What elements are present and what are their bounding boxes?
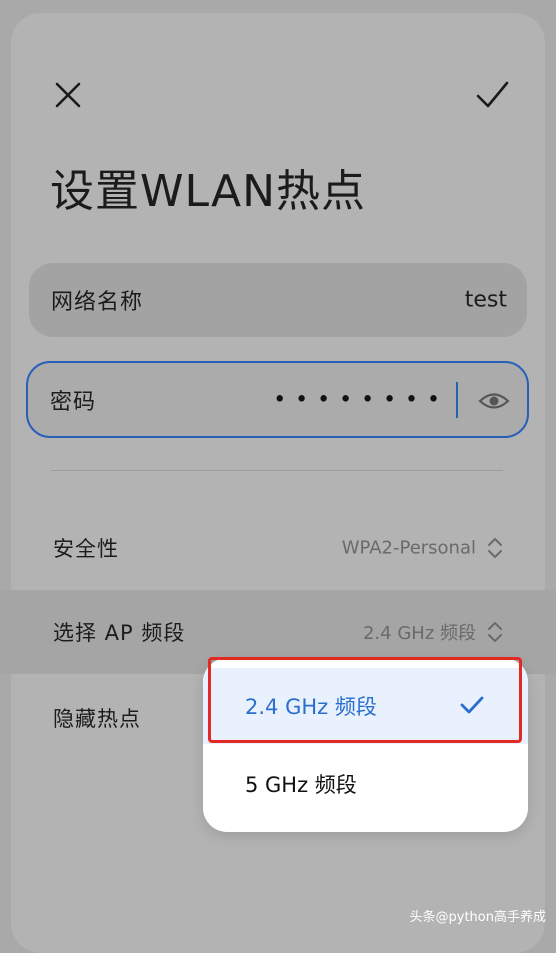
network-name-label: 网络名称 <box>51 290 144 315</box>
chevron-updown-icon <box>488 622 502 642</box>
band-dropdown-menu: 2.4 GHz 频段 5 GHz 频段 <box>203 658 528 832</box>
band-option-5ghz[interactable]: 5 GHz 频段 <box>203 746 528 822</box>
confirm-button[interactable] <box>470 73 514 117</box>
page-title: 设置WLAN热点 <box>50 166 367 217</box>
band-option-label: 5 GHz 频段 <box>245 773 357 797</box>
band-option-label: 2.4 GHz 频段 <box>245 695 377 719</box>
band-option-2-4ghz[interactable]: 2.4 GHz 频段 <box>203 668 528 744</box>
ap-band-label: 选择 AP 频段 <box>53 621 186 645</box>
eye-icon <box>478 393 510 409</box>
password-visibility-toggle[interactable] <box>478 388 510 414</box>
security-row[interactable]: 安全性 WPA2-Personal <box>0 506 556 590</box>
watermark: 头条@python高手养成 <box>409 910 546 925</box>
section-divider <box>51 470 503 471</box>
network-name-field[interactable]: 网络名称 test <box>29 263 527 337</box>
text-cursor <box>456 382 458 418</box>
security-value: WPA2-Personal <box>341 537 476 559</box>
chevron-updown-icon <box>488 538 502 558</box>
ap-band-value: 2.4 GHz 频段 <box>362 623 476 644</box>
checkmark-icon <box>476 81 509 108</box>
close-button[interactable] <box>46 73 90 117</box>
hidden-hotspot-label: 隐藏热点 <box>53 707 141 731</box>
password-field[interactable]: 密码 •••••••• <box>26 361 529 438</box>
selected-check-icon <box>460 696 484 714</box>
password-masked-value: •••••••• <box>273 387 449 412</box>
password-label: 密码 <box>50 389 97 415</box>
close-icon <box>55 82 81 108</box>
network-name-value: test <box>464 287 507 313</box>
security-label: 安全性 <box>53 537 119 561</box>
